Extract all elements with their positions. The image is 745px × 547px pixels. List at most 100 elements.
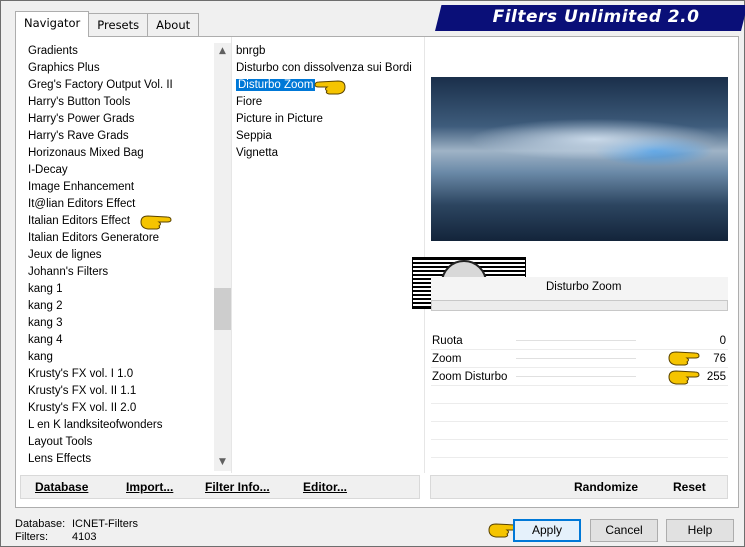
param-slider[interactable] (516, 376, 636, 377)
left-toolbar: Database Import... Filter Info... Editor… (20, 475, 420, 499)
category-item-label: Jeux de lignes (28, 249, 102, 261)
empty-param-row (431, 440, 728, 458)
category-item-label: kang 4 (28, 334, 63, 346)
reset-button[interactable]: Reset (673, 480, 706, 494)
category-item-label: kang 3 (28, 317, 63, 329)
filter-name-box: Disturbo Zoom (431, 277, 728, 301)
category-item-label: kang (28, 351, 53, 363)
filter-item-label: Fiore (236, 96, 263, 108)
pointing-hand-icon (668, 370, 700, 385)
database-label: Database: (15, 518, 66, 530)
category-item[interactable]: Image Enhancement (26, 179, 212, 196)
filter-item[interactable]: Seppia (234, 128, 424, 145)
category-item[interactable]: It@lian Editors Effect (26, 196, 212, 213)
param-slider[interactable] (516, 358, 636, 359)
scroll-up-icon[interactable]: ▲ (214, 43, 231, 60)
category-item-label: Gradients (28, 45, 78, 57)
category-item-label: Italian Editors Effect (28, 215, 131, 227)
category-item[interactable]: L en K landksiteofwonders (26, 417, 212, 434)
category-item[interactable]: Jeux de lignes (26, 247, 212, 264)
scroll-down-icon[interactable]: ▼ (214, 454, 231, 471)
filter-item[interactable]: Fiore (234, 94, 424, 111)
category-item-label: Harry's Power Grads (28, 113, 135, 125)
apply-button[interactable]: Apply (513, 519, 581, 542)
database-button[interactable]: Database (35, 480, 88, 494)
divider (231, 37, 232, 473)
empty-param-row (431, 386, 728, 404)
category-item-label: Layout Tools (28, 436, 93, 448)
category-item[interactable]: Gradients (26, 43, 212, 60)
filter-progress-bar (431, 300, 728, 311)
filter-item-label: Seppia (236, 130, 272, 142)
param-label: Zoom (432, 353, 462, 365)
category-item[interactable]: Krusty's FX vol. II 1.1 (26, 383, 212, 400)
tab-about[interactable]: About (147, 13, 200, 37)
category-item[interactable]: kang 1 (26, 281, 212, 298)
category-item-label: L en K landksiteofwonders (28, 419, 163, 431)
category-item-label: Harry's Button Tools (28, 96, 131, 108)
category-item-label: kang 2 (28, 300, 63, 312)
category-item-label: I-Decay (28, 164, 68, 176)
category-item[interactable]: Harry's Rave Grads (26, 128, 212, 145)
category-item[interactable]: Johann's Filters (26, 264, 212, 281)
app-title: Filters Unlimited 2.0 (492, 7, 700, 27)
scroll-thumb[interactable] (214, 288, 231, 330)
category-item[interactable]: Layout Tools (26, 434, 212, 451)
category-item[interactable]: Italian Editors Generatore (26, 230, 212, 247)
category-item[interactable]: Krusty's FX vol. II 2.0 (26, 400, 212, 417)
category-item[interactable]: kang 3 (26, 315, 212, 332)
category-item[interactable]: kang (26, 349, 212, 366)
filters-unlimited-window: Filters Unlimited 2.0 Navigator Presets … (0, 0, 745, 547)
category-item[interactable]: Horizonaus Mixed Bag (26, 145, 212, 162)
randomize-button[interactable]: Randomize (574, 480, 638, 494)
param-label: Ruota (432, 335, 463, 347)
tab-bar: Navigator Presets About (15, 11, 200, 37)
divider (424, 37, 425, 473)
cancel-button[interactable]: Cancel (590, 519, 658, 542)
preview-image (431, 77, 728, 241)
tab-navigator[interactable]: Navigator (15, 11, 90, 37)
category-item-label: Krusty's FX vol. I 1.0 (28, 368, 134, 380)
category-item-label: Italian Editors Generatore (28, 232, 160, 244)
category-item[interactable]: Harry's Button Tools (26, 94, 212, 111)
param-slider[interactable] (516, 340, 636, 341)
empty-param-row (431, 404, 728, 422)
category-item-label: Greg's Factory Output Vol. II (28, 79, 173, 91)
help-button[interactable]: Help (666, 519, 734, 542)
category-item[interactable]: kang 2 (26, 298, 212, 315)
category-item[interactable]: Italian Editors Effect (26, 213, 212, 230)
category-item[interactable]: Graphics Plus (26, 60, 212, 77)
empty-param-row (431, 422, 728, 440)
category-item[interactable]: I-Decay (26, 162, 212, 179)
category-scrollbar[interactable]: ▲ ▼ (214, 43, 231, 471)
category-item[interactable]: Harry's Power Grads (26, 111, 212, 128)
category-item[interactable]: Krusty's FX vol. I 1.0 (26, 366, 212, 383)
filter-item-label: bnrgb (236, 45, 266, 57)
import-button[interactable]: Import... (126, 480, 173, 494)
category-item[interactable]: Lens Effects (26, 451, 212, 468)
tab-presets[interactable]: Presets (88, 13, 149, 37)
editor-button[interactable]: Editor... (303, 480, 347, 494)
filter-item-label: Disturbo Zoom (236, 79, 316, 91)
filter-item-label: Picture in Picture (236, 113, 323, 125)
param-value: 255 (706, 371, 726, 383)
filters-count-label: Filters: (15, 531, 48, 543)
category-list[interactable]: Gradients Graphics Plus Greg's Factory Out… (26, 43, 212, 473)
category-item-label: Horizonaus Mixed Bag (28, 147, 144, 159)
filter-item[interactable]: Vignetta (234, 145, 424, 162)
category-item[interactable]: Greg's Factory Output Vol. II (26, 77, 212, 94)
category-item-label: kang 1 (28, 283, 63, 295)
filter-info-button[interactable]: Filter Info... (205, 480, 270, 494)
param-row-ruota[interactable]: Ruota 0 (431, 332, 728, 350)
param-value: 76 (713, 353, 726, 365)
pointing-hand-icon (140, 215, 172, 230)
filter-item[interactable]: Picture in Picture (234, 111, 424, 128)
filter-item[interactable]: Disturbo con dissolvenza sui Bordi (234, 60, 424, 77)
category-item-label: Krusty's FX vol. II 2.0 (28, 402, 137, 414)
pointing-hand-icon (668, 351, 700, 366)
category-item[interactable]: kang 4 (26, 332, 212, 349)
filter-title: Disturbo Zoom (546, 281, 622, 293)
filter-list[interactable]: bnrgb Disturbo con dissolvenza sui Bordi D… (234, 43, 424, 473)
category-item-label: Harry's Rave Grads (28, 130, 129, 142)
filter-item[interactable]: bnrgb (234, 43, 424, 60)
